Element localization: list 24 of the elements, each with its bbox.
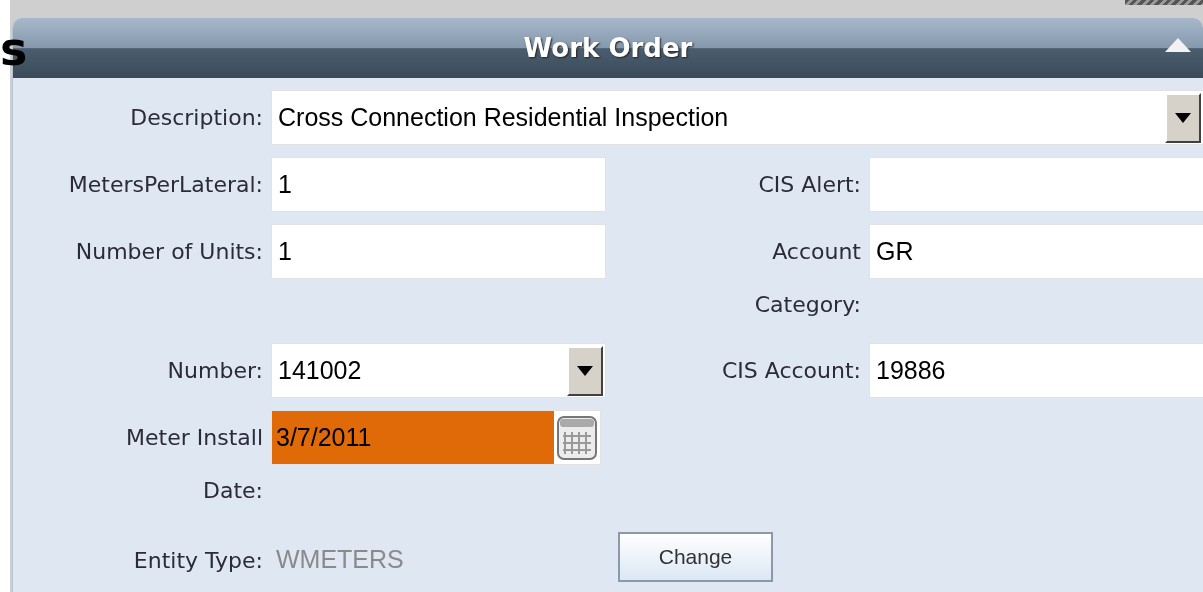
change-button[interactable]: Change	[618, 532, 773, 582]
input-field[interactable]: 19886	[869, 343, 1203, 398]
dropdown-button[interactable]	[567, 345, 603, 396]
field-label: Account Category:	[753, 238, 861, 319]
field-label: CIS Alert:	[757, 171, 861, 199]
field-label: Number of Units:	[74, 238, 263, 266]
input-field[interactable]	[869, 157, 1203, 212]
entity-type-value: WMETERS	[275, 544, 405, 575]
number-select[interactable]: 141002	[271, 343, 606, 398]
field-label: CIS Account:	[720, 357, 861, 385]
input-field[interactable]: GR	[869, 224, 1203, 279]
collapse-icon[interactable]	[1165, 38, 1191, 52]
field-label: Number:	[166, 357, 263, 385]
field-label: Meter Install Date:	[125, 424, 263, 505]
field-label: MetersPerLateral:	[67, 171, 263, 199]
dropdown-button[interactable]	[1165, 92, 1201, 143]
field-label: Entity Type:	[132, 547, 263, 575]
field-label: Description:	[129, 104, 263, 132]
panel-title: Work Order	[523, 31, 693, 65]
input-field[interactable]: 1	[271, 224, 606, 279]
description-select[interactable]: Cross Connection Residential Inspection	[271, 90, 1203, 145]
caret-icon	[1175, 112, 1191, 123]
caret-icon	[577, 365, 593, 376]
input-field[interactable]: 1	[271, 157, 606, 212]
